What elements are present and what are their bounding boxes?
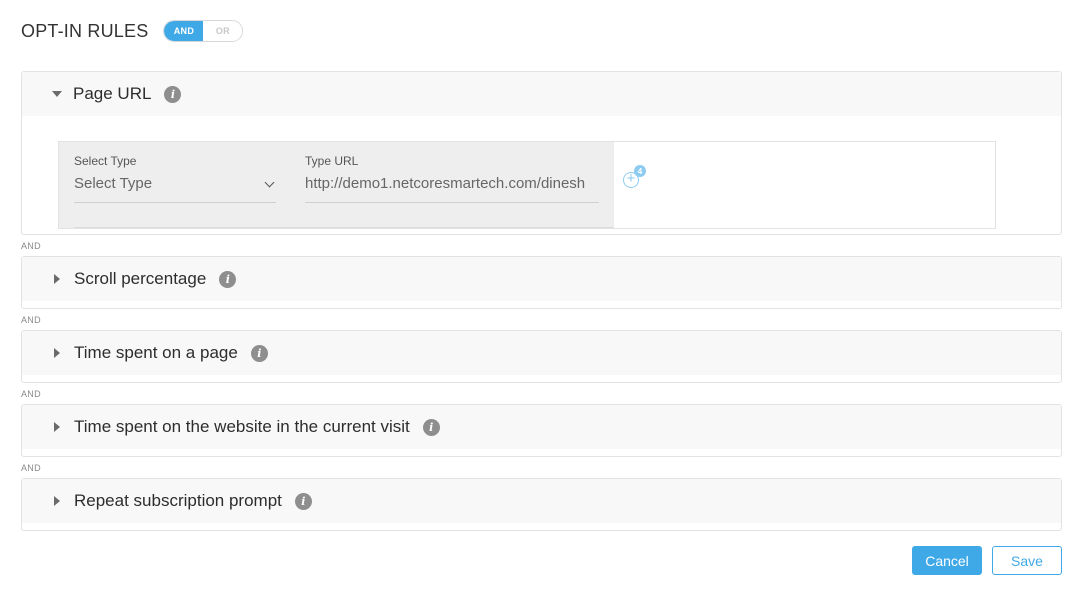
section-title: Repeat subscription prompt [74,491,282,510]
cancel-button[interactable]: Cancel [912,546,982,575]
and-connector: AND [21,241,41,251]
and-or-toggle[interactable]: AND OR [163,20,244,42]
section-title: Scroll percentage [74,269,207,288]
opt-in-rules-header: OPT-IN RULES AND OR [21,19,244,43]
section-header-time-on-page[interactable]: Time spent on a page i [22,331,1061,375]
caret-right-icon [54,348,60,358]
section-header-time-on-website[interactable]: Time spent on the website in the current… [22,405,1061,449]
section-header-page-url[interactable]: Page URL i [22,72,1061,116]
url-rule-fields: Select Type Select Type Type URL http://… [59,142,614,228]
page-title: OPT-IN RULES [21,20,149,41]
and-connector: AND [21,463,41,473]
section-time-on-page: Time spent on a page i [21,330,1062,383]
section-title: Page URL [73,84,152,103]
section-time-on-website: Time spent on the website in the current… [21,404,1062,457]
or-toggle-option[interactable]: OR [203,21,243,41]
url-rule-row: Select Type Select Type Type URL http://… [58,141,996,229]
save-button[interactable]: Save [992,546,1062,575]
section-scroll-percentage: Scroll percentage i [21,256,1062,309]
and-connector: AND [21,389,41,399]
section-repeat-subscription-prompt: Repeat subscription prompt i [21,478,1062,531]
chevron-down-icon[interactable] [264,177,275,188]
caret-right-icon [54,496,60,506]
caret-right-icon [54,422,60,432]
section-page-url: Page URL i Select Type Select Type Type … [21,71,1062,235]
section-title: Time spent on the website in the current… [74,417,410,436]
type-url-label: Type URL [305,154,359,168]
select-type-label: Select Type [74,154,137,168]
add-count-badge: 4 [634,165,646,177]
section-header-scroll-percentage[interactable]: Scroll percentage i [22,257,1061,301]
info-icon[interactable]: i [250,344,268,362]
select-type-underline [74,202,276,203]
section-header-repeat-subscription-prompt[interactable]: Repeat subscription prompt i [22,479,1061,523]
caret-down-icon [52,91,62,97]
type-url-input[interactable]: http://demo1.netcoresmartech.com/dinesh [305,175,599,192]
info-icon[interactable]: i [164,85,182,103]
row-divider [74,227,614,228]
info-icon[interactable]: i [422,418,440,436]
info-icon[interactable]: i [294,492,312,510]
caret-right-icon [54,274,60,284]
section-title: Time spent on a page [74,343,238,362]
and-connector: AND [21,315,41,325]
type-url-underline [305,202,599,203]
select-type-dropdown[interactable]: Select Type [74,175,254,192]
info-icon[interactable]: i [219,270,237,288]
and-toggle-option[interactable]: AND [164,21,204,41]
